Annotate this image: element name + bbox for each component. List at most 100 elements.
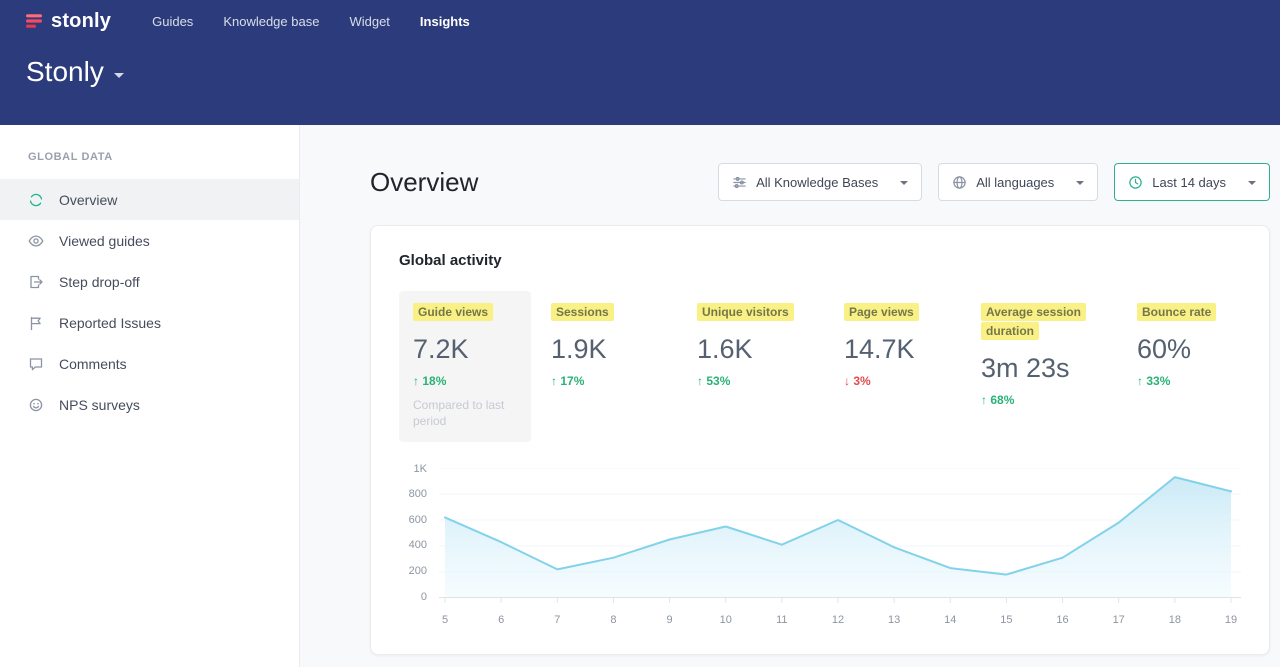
metric-note: Compared to last period <box>413 397 517 429</box>
x-tick-label: 6 <box>498 614 504 626</box>
activity-chart: 0 200 400 600 800 1K 5678910111213141516… <box>399 468 1241 628</box>
filter-label: All languages <box>976 175 1054 190</box>
metric-label: Sessions <box>551 303 614 321</box>
y-tick-label: 1K <box>414 463 427 475</box>
metric-value: 1.9K <box>551 334 663 365</box>
metric-sessions[interactable]: Sessions 1.9K ↑ 17% <box>537 291 677 442</box>
x-tick-label: 19 <box>1225 614 1237 626</box>
filter-label: All Knowledge Bases <box>756 175 878 190</box>
globe-icon <box>952 175 967 190</box>
date-range-filter[interactable]: Last 14 days <box>1114 163 1270 201</box>
metric-label: Average session duration <box>981 303 1086 340</box>
chart-x-axis: 5678910111213141516171819 <box>439 604 1241 628</box>
metric-value: 14.7K <box>844 334 947 365</box>
comment-icon <box>28 356 44 372</box>
metric-value: 60% <box>1137 334 1227 365</box>
sidebar-item-nps-surveys[interactable]: NPS surveys <box>0 384 299 425</box>
up-arrow-icon: ↑ <box>981 393 987 407</box>
card-title: Global activity <box>399 252 1241 269</box>
x-tick-label: 10 <box>720 614 732 626</box>
overview-icon <box>28 192 44 208</box>
metric-change: ↑ 53% <box>697 374 810 388</box>
flag-icon <box>28 315 44 331</box>
smiley-icon <box>28 397 44 413</box>
metric-label: Unique visitors <box>697 303 794 321</box>
metric-change: ↑ 68% <box>981 393 1103 407</box>
up-arrow-icon: ↑ <box>413 374 419 388</box>
chevron-down-icon <box>900 181 908 185</box>
metric-label: Page views <box>844 303 919 321</box>
metric-label: Bounce rate <box>1137 303 1216 321</box>
y-tick-label: 800 <box>409 488 427 500</box>
metric-bounce-rate[interactable]: Bounce rate 60% ↑ 33% <box>1123 291 1241 442</box>
sidebar-item-label: Step drop-off <box>59 274 140 290</box>
clock-icon <box>1128 175 1143 190</box>
metric-change: ↓ 3% <box>844 374 947 388</box>
sidebar-item-label: Viewed guides <box>59 233 150 249</box>
metric-unique-visitors[interactable]: Unique visitors 1.6K ↑ 53% <box>683 291 824 442</box>
up-arrow-icon: ↑ <box>1137 374 1143 388</box>
y-tick-label: 0 <box>421 591 427 603</box>
x-tick-label: 14 <box>944 614 956 626</box>
metric-guide-views[interactable]: Guide views 7.2K ↑ 18% Compared to last … <box>399 291 531 442</box>
eye-icon <box>28 233 44 249</box>
nav-item-knowledge-base[interactable]: Knowledge base <box>223 14 319 29</box>
metric-page-views[interactable]: Page views 14.7K ↓ 3% <box>830 291 961 442</box>
metric-label: Guide views <box>413 303 493 321</box>
top-navigation: stonly Guides Knowledge base Widget Insi… <box>0 0 1280 42</box>
x-tick-label: 17 <box>1113 614 1125 626</box>
x-tick-label: 7 <box>554 614 560 626</box>
metric-change: ↑ 17% <box>551 374 663 388</box>
nav-item-insights[interactable]: Insights <box>420 14 470 29</box>
workspace-title[interactable]: Stonly <box>26 56 104 88</box>
global-activity-card: Global activity Guide views 7.2K ↑ 18% C… <box>370 225 1270 655</box>
x-tick-label: 18 <box>1169 614 1181 626</box>
language-filter[interactable]: All languages <box>938 163 1098 201</box>
x-tick-label: 8 <box>610 614 616 626</box>
metric-average-session-duration[interactable]: Average session duration 3m 23s ↑ 68% <box>967 291 1117 442</box>
metric-value: 1.6K <box>697 334 810 365</box>
sidebar-item-label: Reported Issues <box>59 315 161 331</box>
x-tick-label: 11 <box>776 614 787 626</box>
stonly-logo[interactable]: stonly <box>24 10 111 33</box>
nav-item-widget[interactable]: Widget <box>349 14 389 29</box>
metric-value: 7.2K <box>413 334 517 365</box>
chevron-down-icon <box>1076 181 1084 185</box>
sidebar-item-label: NPS surveys <box>59 397 140 413</box>
metric-change: ↑ 33% <box>1137 374 1227 388</box>
sidebar-item-comments[interactable]: Comments <box>0 343 299 384</box>
sidebar-item-reported-issues[interactable]: Reported Issues <box>0 302 299 343</box>
chevron-down-icon[interactable] <box>114 73 124 78</box>
y-tick-label: 200 <box>409 565 427 577</box>
logo-text: stonly <box>51 10 111 33</box>
chart-y-axis: 0 200 400 600 800 1K <box>399 463 439 603</box>
metrics-row: Guide views 7.2K ↑ 18% Compared to last … <box>399 291 1241 442</box>
metric-change: ↑ 18% <box>413 374 517 388</box>
y-tick-label: 600 <box>409 514 427 526</box>
nav-item-guides[interactable]: Guides <box>152 14 193 29</box>
area-chart-svg <box>439 468 1241 604</box>
main-content: Overview All Knowledge Bases <box>300 125 1280 667</box>
sidebar-item-label: Comments <box>59 356 127 372</box>
app-header: stonly Guides Knowledge base Widget Insi… <box>0 0 1280 125</box>
down-arrow-icon: ↓ <box>844 374 850 388</box>
sidebar-item-overview[interactable]: Overview <box>0 179 299 220</box>
sidebar-section-label: GLOBAL DATA <box>0 151 299 163</box>
x-tick-label: 12 <box>832 614 844 626</box>
x-tick-label: 13 <box>888 614 900 626</box>
sidebar-item-step-drop-off[interactable]: Step drop-off <box>0 261 299 302</box>
up-arrow-icon: ↑ <box>697 374 703 388</box>
knowledge-base-filter[interactable]: All Knowledge Bases <box>718 163 922 201</box>
sidebar: GLOBAL DATA Overview Viewed guides Step … <box>0 125 300 667</box>
up-arrow-icon: ↑ <box>551 374 557 388</box>
sliders-icon <box>732 175 747 190</box>
x-tick-label: 9 <box>667 614 673 626</box>
metric-value: 3m 23s <box>981 353 1103 384</box>
y-tick-label: 400 <box>409 539 427 551</box>
filter-label: Last 14 days <box>1152 175 1226 190</box>
sidebar-item-viewed-guides[interactable]: Viewed guides <box>0 220 299 261</box>
step-dropoff-icon <box>28 274 44 290</box>
x-tick-label: 5 <box>442 614 448 626</box>
chevron-down-icon <box>1248 181 1256 185</box>
stonly-logo-icon <box>24 11 44 31</box>
